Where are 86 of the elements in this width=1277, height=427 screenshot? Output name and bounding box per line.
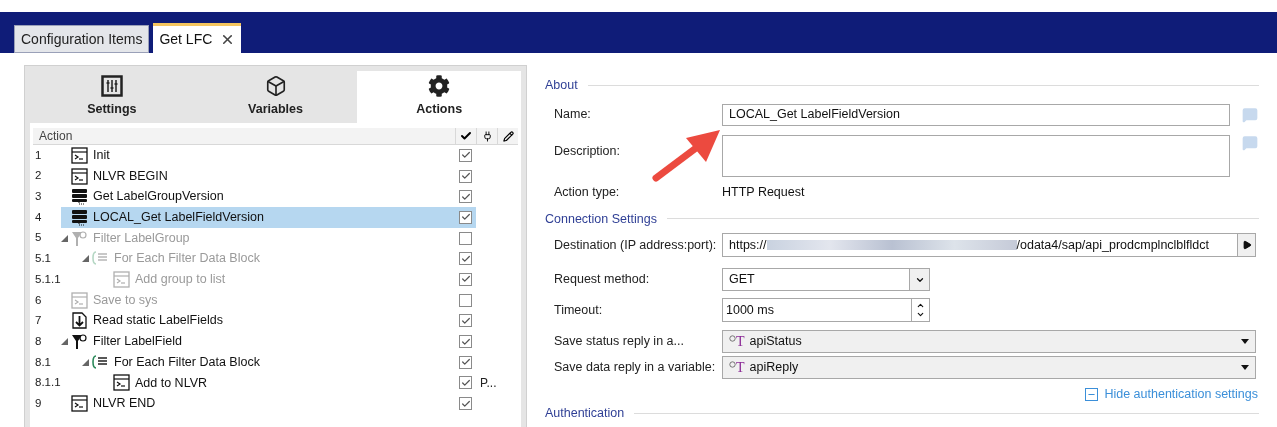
- section-title: About: [545, 77, 578, 94]
- field-label: Description:: [554, 142, 621, 160]
- funnel-icon: [71, 333, 88, 351]
- row-number: 1: [34, 147, 43, 163]
- field-label: Save status reply in a...: [554, 333, 685, 351]
- action-type-value: HTTP Request: [722, 183, 805, 201]
- enabled-checkbox[interactable]: [459, 335, 472, 349]
- action-row[interactable]: LOCAL_Get LabelFieldVersion: [61, 207, 455, 228]
- file-download-icon: [71, 312, 88, 330]
- variable-icon: [729, 335, 736, 343]
- enabled-checkbox[interactable]: [459, 210, 472, 224]
- text-type-glyph: T: [736, 333, 745, 352]
- enabled-checkbox[interactable]: [459, 148, 472, 162]
- dropdown-icon: [1241, 365, 1249, 371]
- row-number: 5.1.1: [34, 271, 61, 287]
- field-label: Request method:: [554, 271, 651, 289]
- funnel-icon: [71, 229, 88, 247]
- variable-dropdown[interactable]: T apiStatus: [722, 330, 1256, 354]
- cube-icon: [264, 75, 287, 98]
- hide-authentication-link[interactable]: Hide authentication settings: [1085, 385, 1258, 404]
- terminal-icon: [71, 167, 88, 185]
- enabled-checkbox[interactable]: [459, 397, 472, 411]
- enabled-checkbox[interactable]: [459, 169, 472, 183]
- row-number: 2: [34, 168, 43, 184]
- play-icon: [1241, 240, 1252, 251]
- enabled-checkbox[interactable]: [459, 355, 472, 369]
- expand-arrow-icon[interactable]: [82, 358, 89, 366]
- action-row[interactable]: Add to NLVR: [61, 372, 455, 394]
- enabled-checkbox[interactable]: [459, 376, 472, 390]
- collapse-icon: [1085, 388, 1099, 402]
- terminal-icon: [113, 374, 130, 392]
- name-field[interactable]: LOCAL_Get LabelFieldVersion: [722, 103, 1230, 126]
- document-tab[interactable]: Configuration Items: [14, 25, 150, 53]
- go-button[interactable]: [1237, 234, 1255, 257]
- row-number: 9: [34, 395, 43, 411]
- server-icon: [71, 188, 88, 206]
- dropdown-icon: [1241, 339, 1249, 345]
- document-tab[interactable]: Get LFC: [153, 23, 242, 53]
- action-row[interactable]: Init: [61, 145, 455, 166]
- action-row[interactable]: For Each Filter Data Block: [61, 351, 455, 373]
- pencil-icon: [502, 130, 514, 142]
- sliders-icon: [100, 75, 123, 98]
- terminal-icon: [113, 270, 130, 288]
- field-label: Name:: [554, 106, 592, 124]
- action-row[interactable]: Read static LabelFields: [61, 310, 455, 332]
- field-label: Action type:: [554, 183, 621, 201]
- panel-tab[interactable]: Actions: [357, 71, 521, 123]
- action-row[interactable]: NLVR END: [61, 393, 455, 414]
- timeout-spinner[interactable]: 1000 ms: [722, 298, 930, 323]
- field-label: Destination (IP address:port):: [554, 236, 718, 254]
- enabled-checkbox[interactable]: [459, 314, 472, 328]
- description-field[interactable]: [722, 134, 1230, 177]
- text-type-glyph: T: [736, 359, 745, 378]
- column-header: Action: [38, 128, 74, 145]
- plug-icon: [481, 130, 493, 142]
- field-label: Timeout:: [554, 301, 604, 319]
- row-number: 3: [34, 189, 43, 205]
- row-number: 7: [34, 313, 43, 329]
- terminal-icon: [71, 146, 88, 164]
- row-number: 8.1.1: [34, 375, 61, 391]
- loop-list-icon: [92, 353, 109, 371]
- variable-dropdown[interactable]: T apiReply: [722, 356, 1256, 380]
- server-icon: [71, 208, 88, 226]
- row-number: 5.1: [34, 251, 52, 267]
- section-title: Authentication: [545, 405, 625, 422]
- field-label: Save data reply in a variable:: [554, 359, 717, 377]
- action-row[interactable]: Filter LabelField: [61, 331, 455, 352]
- gear-icon: [428, 75, 451, 98]
- check-icon: [460, 130, 472, 142]
- row-number: 8: [34, 333, 43, 349]
- action-row[interactable]: Get LabelGroupVersion: [61, 186, 455, 208]
- row-number: 4: [34, 209, 43, 225]
- section-title: Connection Settings: [545, 210, 657, 228]
- row-number: 5: [34, 230, 43, 246]
- terminal-icon: [71, 395, 88, 413]
- row-number: 8.1: [34, 354, 52, 370]
- enabled-checkbox[interactable]: [459, 190, 472, 204]
- loop-list-icon: [92, 250, 109, 268]
- destination-field[interactable]: https:// /odata4/sap/api_prodcmplnclblfldct: [722, 233, 1256, 258]
- terminal-icon: [71, 291, 88, 309]
- variable-icon: [729, 361, 736, 369]
- action-row[interactable]: NLVR BEGIN: [61, 165, 455, 187]
- expand-arrow-icon[interactable]: [61, 338, 68, 346]
- note-text: P...: [480, 374, 497, 392]
- request-method-dropdown[interactable]: GET: [722, 268, 930, 292]
- row-number: 6: [34, 292, 43, 308]
